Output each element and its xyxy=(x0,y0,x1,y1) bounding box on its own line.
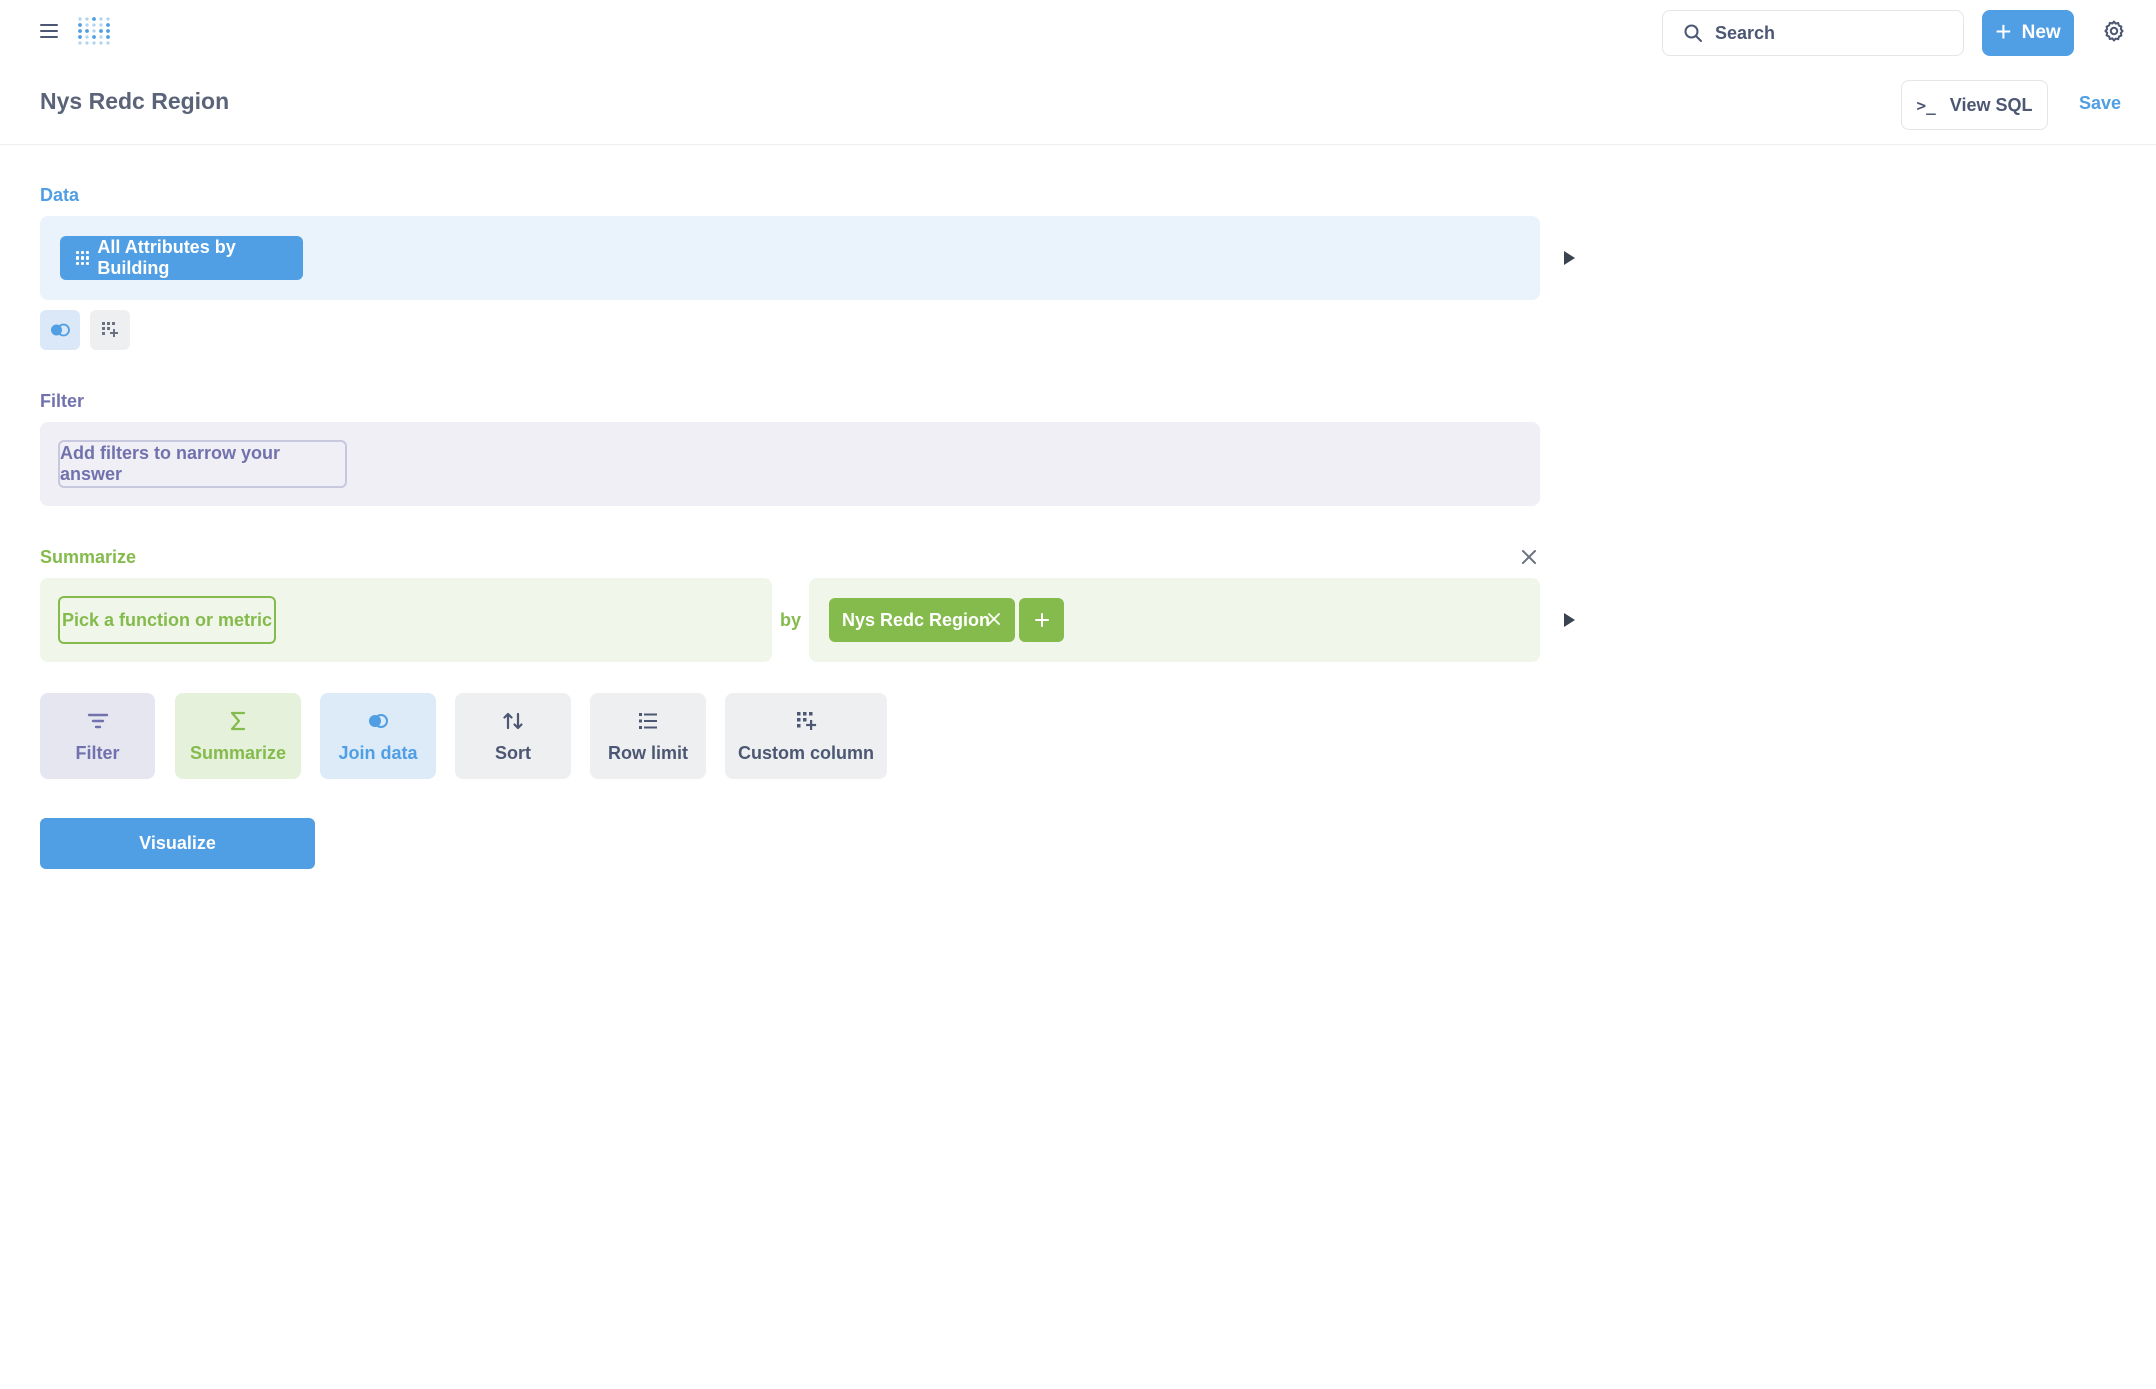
hamburger-menu-icon[interactable] xyxy=(40,22,58,40)
gear-icon[interactable] xyxy=(2102,19,2126,43)
metabase-logo-icon[interactable] xyxy=(76,13,112,49)
action-summarize-button[interactable]: Summarize xyxy=(175,693,301,779)
add-data-icon xyxy=(797,711,817,730)
header-divider xyxy=(0,144,2156,145)
summarize-section-label: Summarize xyxy=(40,547,137,567)
search-input[interactable]: Search xyxy=(1662,10,1964,56)
action-join-button[interactable]: Join data xyxy=(320,693,436,779)
list-icon xyxy=(639,712,657,729)
action-label: Custom column xyxy=(737,742,874,763)
filter-step: Add filters to narrow your answer xyxy=(40,422,1540,506)
groupby-label: Nys Redc Region xyxy=(842,609,991,630)
add-filter-button[interactable]: Add filters to narrow your answer xyxy=(58,440,347,488)
data-section-label: Data xyxy=(40,185,80,205)
source-table-label: All Attributes by Building xyxy=(97,237,236,278)
pick-metric-button[interactable]: Pick a function or metric xyxy=(58,596,276,644)
preview-summarize-play-icon[interactable] xyxy=(1564,613,1575,627)
view-sql-button[interactable]: >_ View SQL xyxy=(1901,80,2048,130)
summarize-groupby-step: Nys Redc Region xyxy=(809,578,1540,662)
terminal-icon: >_ xyxy=(1916,95,1936,115)
action-filter-button[interactable]: Filter xyxy=(40,693,155,779)
join-data-mini-button[interactable] xyxy=(40,310,80,350)
new-button-label: New xyxy=(2021,22,2061,43)
table-grid-icon xyxy=(76,251,90,265)
join-icon xyxy=(51,323,70,337)
custom-column-mini-button[interactable] xyxy=(90,310,130,350)
sort-icon xyxy=(503,712,523,729)
filter-icon xyxy=(87,713,108,728)
preview-data-play-icon[interactable] xyxy=(1564,251,1575,265)
join-icon xyxy=(369,713,388,728)
action-sort-button[interactable]: Sort xyxy=(455,693,571,779)
close-icon[interactable] xyxy=(1520,548,1538,566)
add-data-icon xyxy=(102,322,118,337)
groupby-pill[interactable]: Nys Redc Region xyxy=(829,598,1015,642)
view-sql-label: View SQL xyxy=(1949,94,2033,115)
action-row-limit-button[interactable]: Row limit xyxy=(590,693,706,779)
search-placeholder: Search xyxy=(1715,22,1776,43)
sum-icon xyxy=(230,711,246,730)
source-table-button[interactable]: All Attributes by Building xyxy=(60,236,303,280)
plus-icon xyxy=(1034,613,1049,627)
action-label: Sort xyxy=(495,742,531,763)
action-label: Summarize xyxy=(189,742,287,763)
data-step: All Attributes by Building xyxy=(40,216,1540,300)
search-icon xyxy=(1684,24,1702,42)
plus-icon: + xyxy=(1995,15,2012,47)
top-navigation: Search + New xyxy=(0,0,2156,64)
action-custom-column-button[interactable]: Custom column xyxy=(725,693,887,779)
by-label: by xyxy=(780,610,802,630)
visualize-button[interactable]: Visualize xyxy=(40,818,315,869)
save-button[interactable]: Save xyxy=(2079,93,2121,114)
filter-section-label: Filter xyxy=(40,391,85,411)
action-label: Join data xyxy=(338,742,418,763)
summarize-metric-step: Pick a function or metric xyxy=(40,578,772,662)
action-label: Filter xyxy=(75,742,120,763)
new-button[interactable]: + New xyxy=(1982,10,2074,56)
remove-groupby-icon[interactable] xyxy=(987,612,1001,626)
page-title: Nys Redc Region xyxy=(40,88,230,114)
action-label: Row limit xyxy=(608,742,688,763)
add-groupby-button[interactable] xyxy=(1019,598,1064,642)
